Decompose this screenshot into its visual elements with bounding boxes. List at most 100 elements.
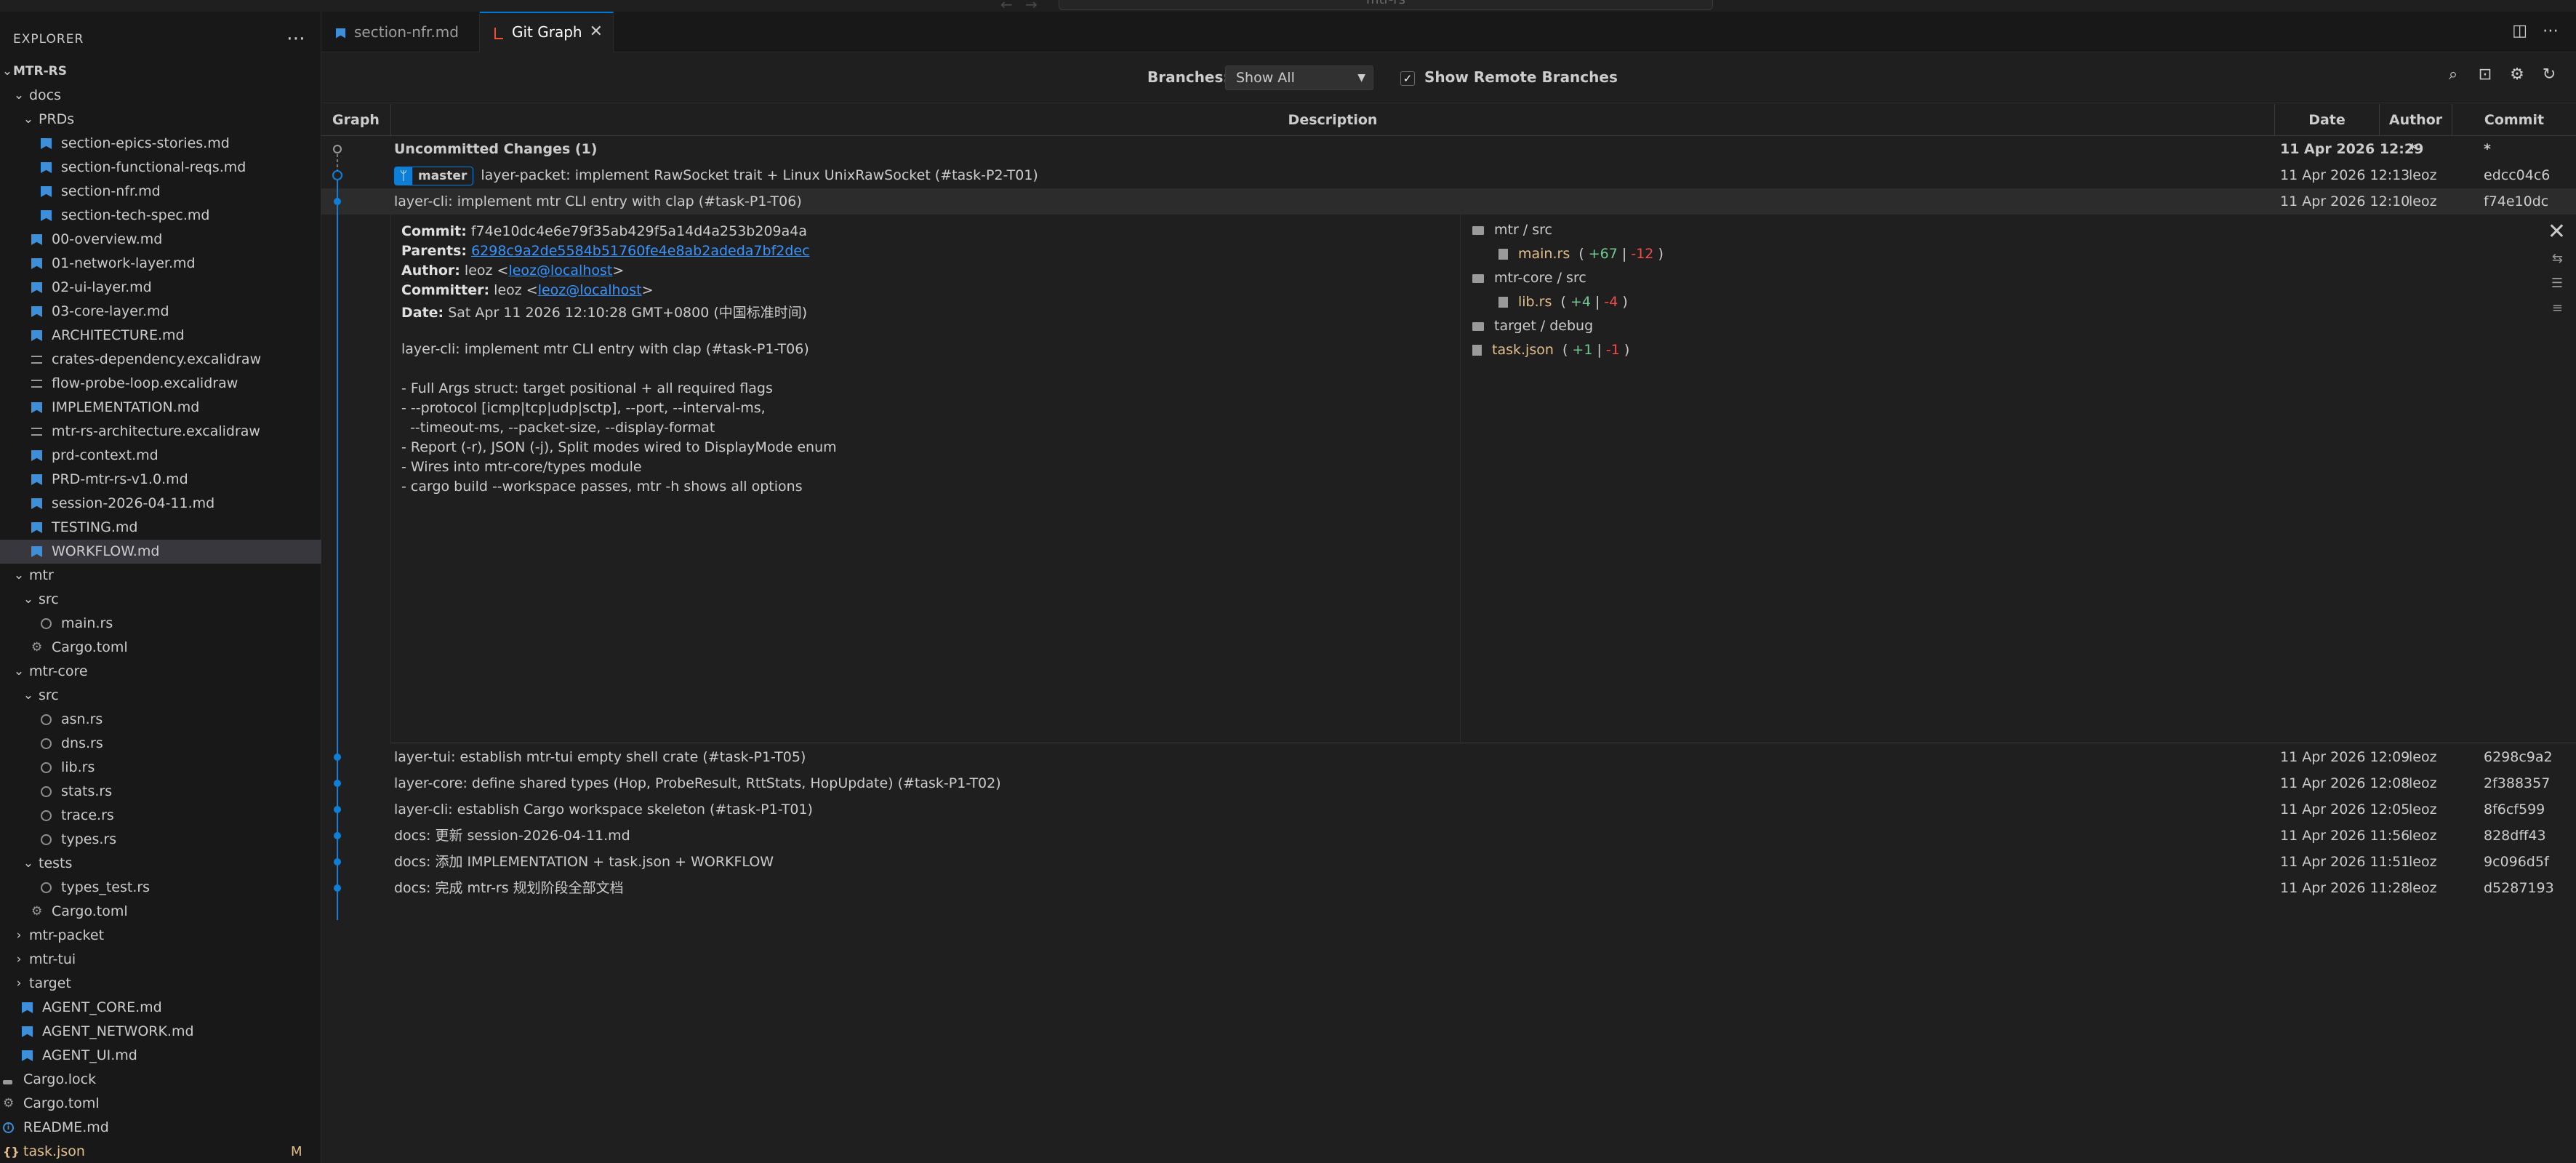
commit-row[interactable]: ᛘ master layer-packet: implement RawSocket…	[321, 162, 2576, 188]
list-view-icon[interactable]: ≡	[2552, 300, 2563, 316]
explorer-item[interactable]: Cargo.lock	[0, 1068, 321, 1092]
explorer-item[interactable]: PRD-mtr-rs-v1.0.md	[0, 468, 321, 492]
explorer-item[interactable]: › mtr-packet	[0, 924, 321, 948]
show-remote-checkbox[interactable]: ✓	[1400, 71, 1415, 86]
explorer-item[interactable]: AGENT_NETWORK.md	[0, 1020, 321, 1044]
explorer-item[interactable]: section-tech-spec.md	[0, 204, 321, 228]
compare-icon[interactable]: ⇆	[2552, 251, 2563, 266]
explorer-item[interactable]: IMPLEMENTATION.md	[0, 396, 321, 420]
branches-dropdown[interactable]: Show All ▼	[1225, 65, 1373, 90]
close-tab-icon[interactable]: ✕	[590, 13, 603, 51]
commit-row[interactable]: docs: 添加 IMPLEMENTATION + task.json + WO…	[321, 849, 2576, 875]
explorer-item[interactable]: › mtr-tui	[0, 948, 321, 972]
folder-row[interactable]: mtr / src	[1472, 222, 1552, 238]
explorer-item[interactable]: crates-dependency.excalidraw	[0, 348, 321, 372]
explorer-item[interactable]: ⌄ mtr	[0, 564, 321, 588]
explorer-item[interactable]: ⌄ src	[0, 588, 321, 612]
explorer-item[interactable]: section-epics-stories.md	[0, 132, 321, 156]
commit-node[interactable]	[334, 832, 341, 839]
explorer-item[interactable]: ⌄ tests	[0, 852, 321, 876]
commit-row[interactable]: layer-tui: establish mtr-tui empty shell…	[321, 744, 2576, 770]
explorer-item[interactable]: › target	[0, 972, 321, 996]
gear-icon[interactable]: ⚙	[2506, 65, 2528, 84]
branch-label[interactable]: ᛘ master	[394, 166, 474, 185]
folder-row[interactable]: target / debug	[1472, 318, 1593, 334]
explorer-item[interactable]: 01-network-layer.md	[0, 252, 321, 276]
commit-node[interactable]	[334, 198, 341, 205]
explorer-item[interactable]: {} task.json M	[0, 1140, 321, 1163]
explorer-item-label: stats.rs	[61, 783, 113, 799]
explorer-item[interactable]: session-2026-04-11.md	[0, 492, 321, 516]
uncommitted-node[interactable]	[333, 145, 342, 153]
commit-author: leoz	[2409, 854, 2437, 870]
workspace-root[interactable]: ⌄ MTR-RS	[0, 60, 321, 84]
explorer-item-label: 01-network-layer.md	[52, 255, 196, 271]
changed-file-row[interactable]: main.rs ( +67 | -12 )	[1498, 246, 1664, 262]
tab-git-graph[interactable]: Git Graph ✕	[480, 12, 614, 52]
explorer-item[interactable]: stats.rs	[0, 780, 321, 804]
committer-end: >	[641, 282, 654, 298]
explorer-item[interactable]: ⚙ Cargo.toml	[0, 636, 321, 660]
commit-row[interactable]: docs: 完成 mtr-rs 规划阶段全部文档 11 Apr 2026 11:2…	[321, 875, 2576, 901]
tab-section-nfr[interactable]: section-nfr.md	[321, 12, 480, 52]
explorer-item[interactable]: asn.rs	[0, 708, 321, 732]
search-icon[interactable]: ⌕	[2442, 65, 2464, 84]
tree-view-icon[interactable]: ☰	[2551, 276, 2563, 291]
explorer-item[interactable]: types.rs	[0, 828, 321, 852]
commit-node[interactable]	[334, 858, 341, 866]
back-icon[interactable]: ←	[1000, 0, 1013, 13]
explorer-item[interactable]: main.rs	[0, 612, 321, 636]
commit-row[interactable]: layer-cli: establish Cargo workspace ske…	[321, 796, 2576, 823]
explorer-item[interactable]: ⌄ src	[0, 684, 321, 708]
explorer-item[interactable]: mtr-rs-architecture.excalidraw	[0, 420, 321, 444]
explorer-item[interactable]: ⌄ docs	[0, 84, 321, 108]
explorer-item[interactable]: types_test.rs	[0, 876, 321, 900]
explorer-item[interactable]: 00-overview.md	[0, 228, 321, 252]
explorer-item[interactable]: ⌄ PRDs	[0, 108, 321, 132]
commit-node[interactable]	[334, 884, 341, 892]
more-actions-icon[interactable]: ⋯	[286, 28, 305, 49]
uncommitted-changes-row[interactable]: Uncommitted Changes (1) 11 Apr 2026 12:2…	[321, 136, 2576, 162]
commit-row[interactable]: layer-core: define shared types (Hop, Pr…	[321, 770, 2576, 796]
commit-node[interactable]	[334, 806, 341, 813]
commit-node[interactable]	[334, 754, 341, 761]
changed-file-row[interactable]: lib.rs ( +4 | -4 )	[1498, 294, 1628, 310]
changed-file-row[interactable]: task.json ( +1 | -1 )	[1472, 342, 1629, 358]
explorer-item[interactable]: section-functional-reqs.md	[0, 156, 321, 180]
explorer-item[interactable]: 03-core-layer.md	[0, 300, 321, 324]
head-commit-node[interactable]	[332, 170, 342, 180]
explorer-item[interactable]: flow-probe-loop.excalidraw	[0, 372, 321, 396]
explorer-item[interactable]: 02-ui-layer.md	[0, 276, 321, 300]
folder-row[interactable]: mtr-core / src	[1472, 270, 1586, 286]
commit-row[interactable]: docs: 更新 session-2026-04-11.md 11 Apr 202…	[321, 823, 2576, 849]
terminal-icon[interactable]: ⊡	[2474, 65, 2496, 84]
explorer-item[interactable]: section-nfr.md	[0, 180, 321, 204]
explorer-item[interactable]: trace.rs	[0, 804, 321, 828]
explorer-item[interactable]: ARCHITECTURE.md	[0, 324, 321, 348]
author-email-link[interactable]: leoz@localhost	[508, 263, 612, 279]
explorer-item[interactable]: lib.rs	[0, 756, 321, 780]
explorer-item[interactable]: TESTING.md	[0, 516, 321, 540]
commit-author: *	[2409, 141, 2416, 157]
explorer-item[interactable]: AGENT_UI.md	[0, 1044, 321, 1068]
parent-link[interactable]: 6298c9a2de5584b51760fe4e8ab2adeda7bf2dec	[471, 243, 809, 259]
refresh-icon[interactable]: ↻	[2538, 65, 2560, 84]
explorer-item[interactable]: dns.rs	[0, 732, 321, 756]
commit-row-selected[interactable]: layer-cli: implement mtr CLI entry with …	[321, 188, 2576, 215]
explorer-item[interactable]: WORKFLOW.md	[0, 540, 321, 564]
markdown-icon	[22, 1026, 33, 1037]
control-icons: ⌕ ⊡ ⚙ ↻	[2432, 65, 2560, 87]
forward-icon[interactable]: →	[1025, 0, 1038, 13]
more-actions-icon[interactable]: ⋯	[2543, 22, 2559, 40]
explorer-item[interactable]: i README.md	[0, 1116, 321, 1140]
split-editor-icon[interactable]: ◫	[2512, 22, 2527, 40]
explorer-item[interactable]: prd-context.md	[0, 444, 321, 468]
explorer-item[interactable]: AGENT_CORE.md	[0, 996, 321, 1020]
explorer-item[interactable]: ⚙ Cargo.toml	[0, 900, 321, 924]
explorer-item[interactable]: ⚙ Cargo.toml	[0, 1092, 321, 1116]
commit-node[interactable]	[334, 780, 341, 787]
command-center[interactable]: mtr-rs	[1059, 0, 1713, 10]
close-details-icon[interactable]: ✕	[2548, 219, 2566, 244]
explorer-item[interactable]: ⌄ mtr-core	[0, 660, 321, 684]
committer-email-link[interactable]: leoz@localhost	[538, 282, 642, 298]
